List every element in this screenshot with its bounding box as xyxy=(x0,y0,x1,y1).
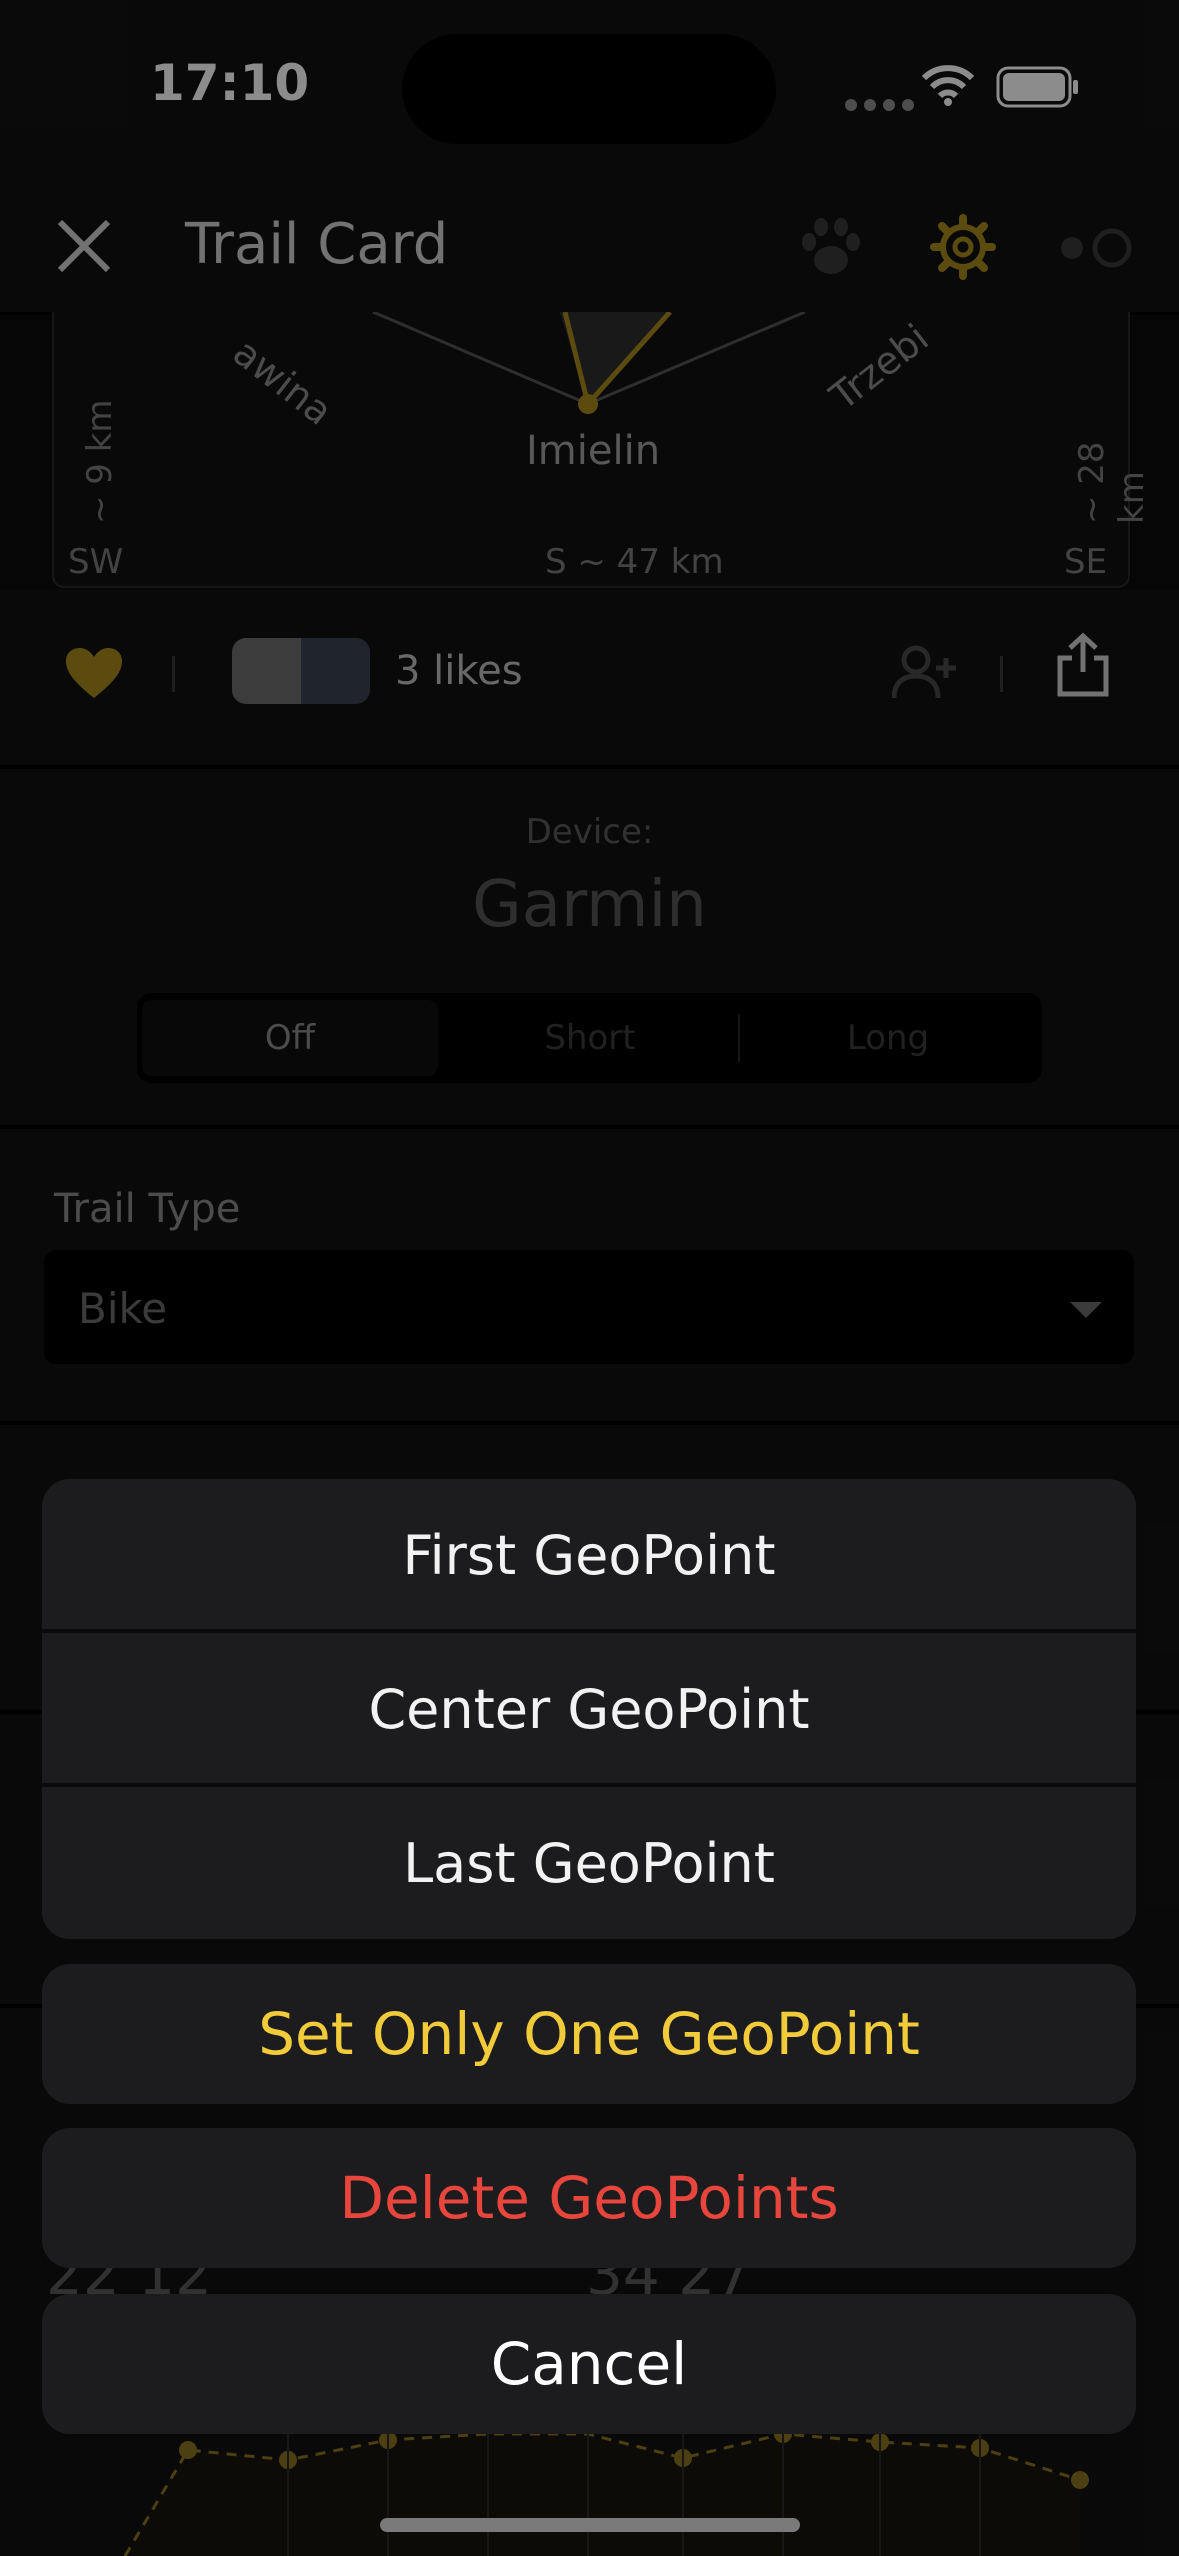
action-sheet-group: First GeoPoint Center GeoPoint Last GeoP… xyxy=(42,1479,1136,1939)
cancel-button[interactable]: Cancel xyxy=(42,2294,1136,2434)
home-indicator xyxy=(380,2518,800,2532)
last-geopoint-button[interactable]: Last GeoPoint xyxy=(42,1787,1136,1939)
set-only-one-geopoint-button[interactable]: Set Only One GeoPoint xyxy=(42,1964,1136,2104)
delete-geopoints-button[interactable]: Delete GeoPoints xyxy=(42,2128,1136,2268)
first-geopoint-button[interactable]: First GeoPoint xyxy=(42,1479,1136,1632)
center-geopoint-button[interactable]: Center GeoPoint xyxy=(42,1633,1136,1786)
